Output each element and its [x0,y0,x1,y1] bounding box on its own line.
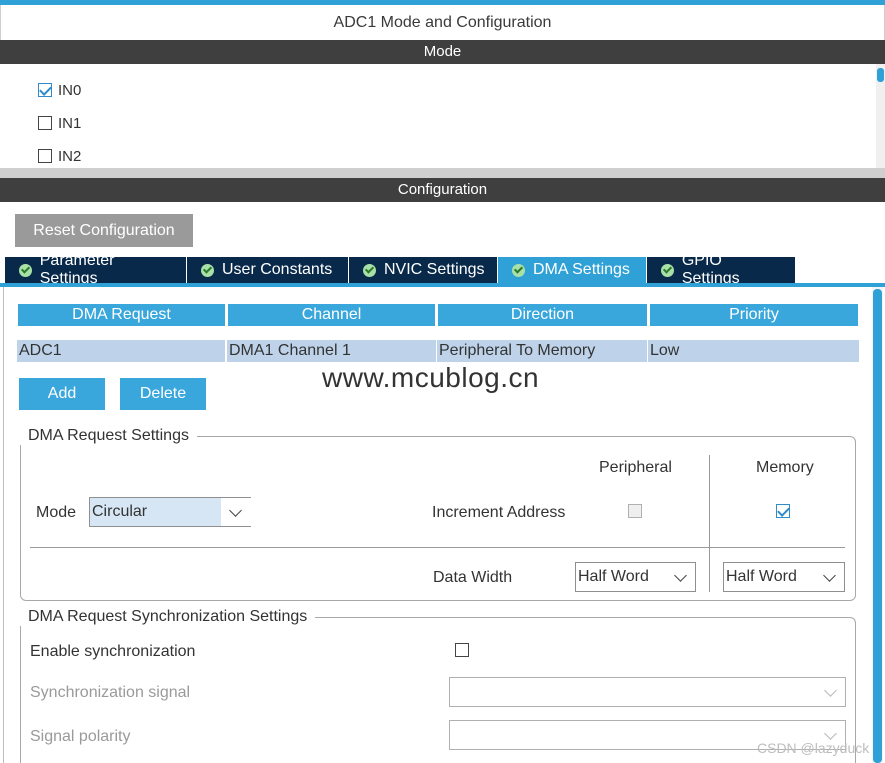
in1-label: IN1 [58,114,82,132]
add-button[interactable]: Add [19,378,105,410]
peripheral-column-label: Peripheral [599,459,672,476]
panel-divider[interactable] [0,168,885,178]
mode-select[interactable]: Circular [89,497,251,527]
increment-peripheral-checkbox[interactable] [628,504,642,518]
tab-underline [0,283,885,287]
memory-column-label: Memory [756,459,814,476]
data-width-peripheral-select[interactable]: Half Word [575,562,696,592]
column-header-direction[interactable]: Direction [438,304,647,326]
chevron-down-icon [674,569,687,582]
check-circle-icon [512,263,525,277]
tab-label: NVIC Settings [384,261,485,278]
mode-label: Mode [36,504,77,521]
check-circle-icon [201,263,214,277]
increment-address-label: Increment Address [432,504,566,521]
tab-dma-settings[interactable]: DMA Settings [498,257,647,283]
in2-label: IN2 [58,147,82,165]
mode-section-header: Mode [0,40,885,64]
chevron-down-icon [824,684,837,697]
increment-memory-checkbox[interactable] [776,504,790,518]
column-header-priority[interactable]: Priority [650,304,858,326]
column-header-channel[interactable]: Channel [228,304,435,326]
check-circle-icon [19,263,32,277]
content-left-border [3,287,4,763]
data-width-memory-select[interactable]: Half Word [723,562,845,592]
mode-input-in2[interactable]: IN2 [38,146,81,166]
tab-gpio-settings[interactable]: GPIO Settings [647,252,796,287]
sync-signal-label: Synchronization signal [30,684,191,701]
check-circle-icon [661,263,674,277]
content-scrollbar-thumb[interactable] [873,289,882,763]
tab-label: DMA Settings [533,261,630,278]
configuration-section-header: Configuration [0,178,885,202]
tab-nvic-settings[interactable]: NVIC Settings [349,257,498,283]
enable-sync-label: Enable synchronization [30,643,196,660]
signal-polarity-label: Signal polarity [30,728,131,745]
cell-dma-request[interactable]: ADC1 [17,340,225,362]
settings-separator [30,547,845,548]
dma-request-settings-title: DMA Request Settings [20,427,197,445]
cell-priority[interactable]: Low [648,340,859,362]
sync-signal-select[interactable] [449,677,846,707]
window-title: ADC1 Mode and Configuration [0,5,885,40]
chevron-down-icon [824,727,837,740]
check-circle-icon [363,263,376,277]
delete-button[interactable]: Delete [120,378,206,410]
in0-label: IN0 [58,81,82,99]
in0-checkbox[interactable] [38,83,52,97]
mode-input-in1[interactable]: IN1 [38,113,81,133]
column-divider [709,455,710,592]
tab-parameter-settings[interactable]: Parameter Settings [5,252,187,287]
data-width-label: Data Width [433,569,513,586]
in1-checkbox[interactable] [38,116,52,130]
cell-direction[interactable]: Peripheral To Memory [437,340,647,362]
column-header-dma-request[interactable]: DMA Request [18,304,225,326]
watermark-text: www.mcublog.cn [322,362,540,393]
tab-label: User Constants [222,261,333,278]
reset-configuration-button[interactable]: Reset Configuration [15,214,193,247]
enable-sync-checkbox[interactable] [455,643,469,657]
config-tabs: Parameter Settings User Constants NVIC S… [5,252,796,287]
mode-panel: IN0 IN1 IN2 [0,64,885,169]
mode-input-in0[interactable]: IN0 [38,80,81,100]
data-width-peripheral-value: Half Word [578,568,649,585]
csdn-watermark: CSDN @lazyduck [757,740,870,756]
cell-channel[interactable]: DMA1 Channel 1 [227,340,436,362]
dma-sync-settings-title: DMA Request Synchronization Settings [20,608,316,626]
tab-user-constants[interactable]: User Constants [187,257,349,283]
chevron-down-icon [823,569,836,582]
mode-select-value: Circular [92,503,148,520]
mode-scrollbar-thumb[interactable] [877,68,884,82]
in2-checkbox[interactable] [38,149,52,163]
data-width-memory-value: Half Word [726,568,797,585]
